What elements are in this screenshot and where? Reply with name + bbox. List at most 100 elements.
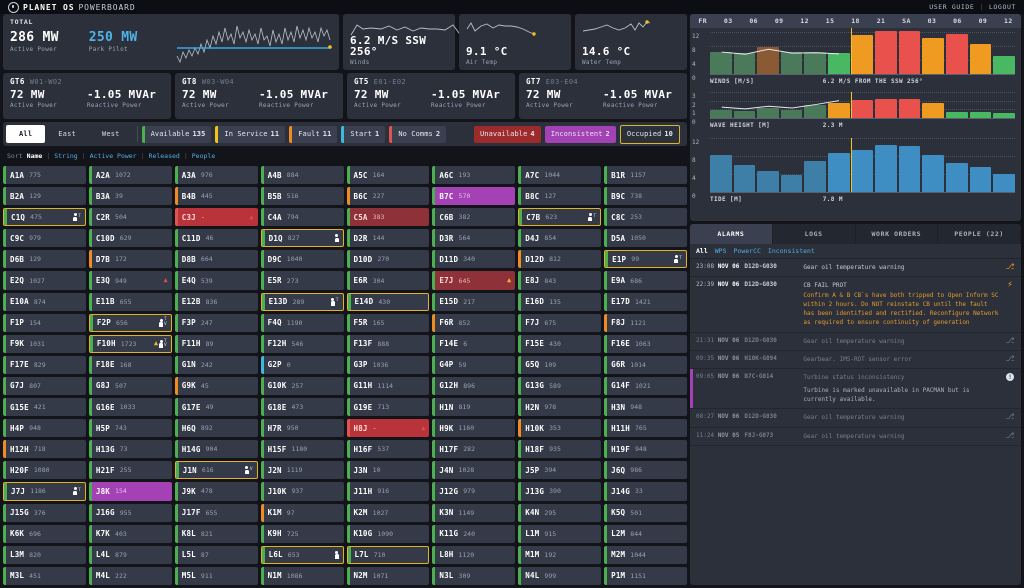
- total-card[interactable]: TOTAL 286 MW Active Power 250 MW Park Pi…: [3, 14, 339, 70]
- turbine-cell[interactable]: J17F 655: [174, 503, 258, 522]
- turbine-cell[interactable]: E9A 686: [604, 271, 687, 290]
- turbine-cell[interactable]: E17D 1421: [604, 292, 687, 311]
- turbine-cell[interactable]: C11D 46: [174, 229, 258, 248]
- turbine-cell[interactable]: N4L 999: [518, 566, 602, 585]
- turbine-cell[interactable]: D1Q 827: [260, 229, 344, 248]
- alarm-row[interactable]: 21:31 NOV 06 D12D-G030 Gear oil temperatur…: [690, 333, 1021, 352]
- turbine-cell[interactable]: K5Q 501: [604, 503, 687, 522]
- turbine-cell[interactable]: E2Q 1027: [3, 271, 86, 290]
- turbine-cell[interactable]: H6Q 892: [174, 419, 258, 438]
- turbine-cell[interactable]: J6Q 986: [604, 461, 687, 480]
- turbine-cell[interactable]: N3L 309: [432, 566, 516, 585]
- turbine-cell[interactable]: G12H 896: [432, 376, 516, 396]
- turbine-cell[interactable]: M5L 911: [174, 566, 258, 585]
- turbine-cell[interactable]: J4N 1028: [432, 461, 516, 480]
- turbine-cell[interactable]: F14E 6: [432, 334, 516, 353]
- turbine-cell[interactable]: F4Q 1190: [260, 313, 344, 332]
- turbine-cell[interactable]: C9C 979: [3, 229, 86, 248]
- status-chip-fault[interactable]: Fault 11: [289, 125, 338, 143]
- turbine-cell[interactable]: C7B 623 T: [518, 208, 602, 227]
- turbine-cell[interactable]: E3Q 949 ▲: [88, 271, 172, 290]
- turbine-cell[interactable]: H13G 73: [88, 440, 172, 459]
- turbine-cell[interactable]: G19E 713: [346, 398, 430, 417]
- logout-link[interactable]: LOGOUT: [989, 3, 1016, 11]
- turbine-cell[interactable]: B5B 516: [260, 187, 344, 206]
- turbine-cell[interactable]: G8J 507: [88, 376, 172, 396]
- turbine-cell[interactable]: H18F 935: [518, 440, 602, 459]
- turbine-cell[interactable]: N2M 1071: [346, 566, 430, 585]
- turbine-cell[interactable]: H3N 948: [604, 398, 687, 417]
- turbine-cell[interactable]: A6C 193: [432, 166, 516, 185]
- turbine-cell[interactable]: G7J 807: [3, 376, 86, 396]
- turbine-cell[interactable]: J16G 955: [88, 503, 172, 522]
- alarm-filter-all[interactable]: All: [696, 247, 708, 255]
- turbine-cell[interactable]: A5C 164: [346, 166, 430, 185]
- turbine-cell[interactable]: J12G 979: [432, 482, 516, 501]
- turbine-cell[interactable]: G13G 589: [518, 376, 602, 396]
- turbine-cell[interactable]: B7C 570: [432, 187, 516, 206]
- turbine-cell[interactable]: H9K 1160: [432, 419, 516, 438]
- turbine-cell[interactable]: G5Q 109: [518, 355, 602, 374]
- kpi-card-winds[interactable]: 6.2 M/S SSW 256° Winds: [343, 14, 507, 70]
- turbine-cell[interactable]: H14G 904: [174, 440, 258, 459]
- turbine-cell[interactable]: B3A 39: [88, 187, 172, 206]
- turbine-cell[interactable]: K6K 696: [3, 524, 86, 543]
- turbine-cell[interactable]: F3P 247: [174, 313, 258, 332]
- turbine-cell[interactable]: L4L 879: [88, 545, 172, 564]
- sort-option-people[interactable]: People: [192, 152, 215, 160]
- turbine-cell[interactable]: L8H 1120: [432, 545, 516, 564]
- turbine-cell[interactable]: E1P 99 T: [604, 250, 687, 269]
- turbine-cell[interactable]: E6R 304: [346, 271, 430, 290]
- filter-segment-east[interactable]: East: [45, 125, 89, 143]
- sort-option-string[interactable]: String: [54, 152, 77, 160]
- turbine-cell[interactable]: E16D 135: [518, 292, 602, 311]
- turbine-cell[interactable]: C5A 383: [346, 208, 430, 227]
- turbine-cell[interactable]: F7J 675: [518, 313, 602, 332]
- alarm-tab-work-orders[interactable]: WORK ORDERS: [856, 224, 939, 244]
- state-chip-unavailable[interactable]: Unavailable 4: [473, 125, 541, 143]
- turbine-cell[interactable]: H7R 950: [260, 419, 344, 438]
- turbine-cell[interactable]: H20F 1080: [3, 461, 86, 480]
- turbine-cell[interactable]: H10K 353: [518, 419, 602, 438]
- alarm-row[interactable]: 22:39 NOV 06 D12D-G030 CB FAIL PROT Confirm…: [690, 277, 1021, 333]
- status-chip-no-comms[interactable]: No Comms 2: [389, 125, 447, 143]
- turbine-cell[interactable]: F10H 1723 ▲ T V: [88, 334, 172, 353]
- turbine-cell[interactable]: F2P 656 T V: [88, 313, 172, 332]
- turbine-cell[interactable]: C1Q 475 T: [3, 208, 86, 227]
- turbine-cell[interactable]: G2P 0: [260, 355, 344, 374]
- alarm-filter-inconsistent[interactable]: Inconsistent: [768, 247, 815, 255]
- turbine-cell[interactable]: J2N 1119: [260, 461, 344, 480]
- alarm-row[interactable]: 23:08 NOV 06 D12D-G030 Gear oil temperatur…: [690, 259, 1021, 278]
- turbine-cell[interactable]: G14F 1021: [604, 376, 687, 396]
- sort-option-active-power[interactable]: Active Power: [90, 152, 137, 160]
- turbine-cell[interactable]: E11B 655: [88, 292, 172, 311]
- turbine-cell[interactable]: D5A 1050: [604, 229, 687, 248]
- alarm-row[interactable]: 09:35 NOV 06 H10K-G094 Gearbear. IMS-ROT s…: [690, 351, 1021, 370]
- turbine-cell[interactable]: F17E 829: [3, 355, 86, 374]
- turbine-cell[interactable]: F6R 852: [432, 313, 516, 332]
- turbine-cell[interactable]: H16F 537: [346, 440, 430, 459]
- turbine-cell[interactable]: K10G 1090: [346, 524, 430, 543]
- turbine-cell[interactable]: G17E 49: [174, 398, 258, 417]
- turbine-cell[interactable]: F13F 888: [346, 334, 430, 353]
- status-chip-start[interactable]: Start 1: [341, 125, 386, 143]
- gt-card-gt5[interactable]: GT5 E01-E02 72 MW Active Power -1.05 MVAr Rea…: [347, 73, 515, 119]
- turbine-cell[interactable]: H12H 718: [3, 440, 86, 459]
- turbine-cell[interactable]: J5P 394: [518, 461, 602, 480]
- turbine-cell[interactable]: A2A 1072: [88, 166, 172, 185]
- turbine-cell[interactable]: M4L 222: [88, 566, 172, 585]
- turbine-cell[interactable]: F16E 1063: [604, 334, 687, 353]
- turbine-cell[interactable]: C3J - ▲: [174, 208, 258, 227]
- turbine-cell[interactable]: K3N 1149: [432, 503, 516, 522]
- turbine-cell[interactable]: L5L 87: [174, 545, 258, 564]
- turbine-cell[interactable]: J3N 10: [346, 461, 430, 480]
- alarm-filter-powercc[interactable]: PowerCC: [734, 247, 761, 255]
- turbine-cell[interactable]: G3P 1036: [346, 355, 430, 374]
- turbine-cell[interactable]: E5R 273: [260, 271, 344, 290]
- turbine-cell[interactable]: C8C 253: [604, 208, 687, 227]
- turbine-cell[interactable]: E8J 843: [518, 271, 602, 290]
- turbine-cell[interactable]: B9C 738: [604, 187, 687, 206]
- turbine-cell[interactable]: L7L 710: [346, 545, 430, 564]
- turbine-cell[interactable]: G6R 1014: [604, 355, 687, 374]
- turbine-cell[interactable]: F8J 1121: [604, 313, 687, 332]
